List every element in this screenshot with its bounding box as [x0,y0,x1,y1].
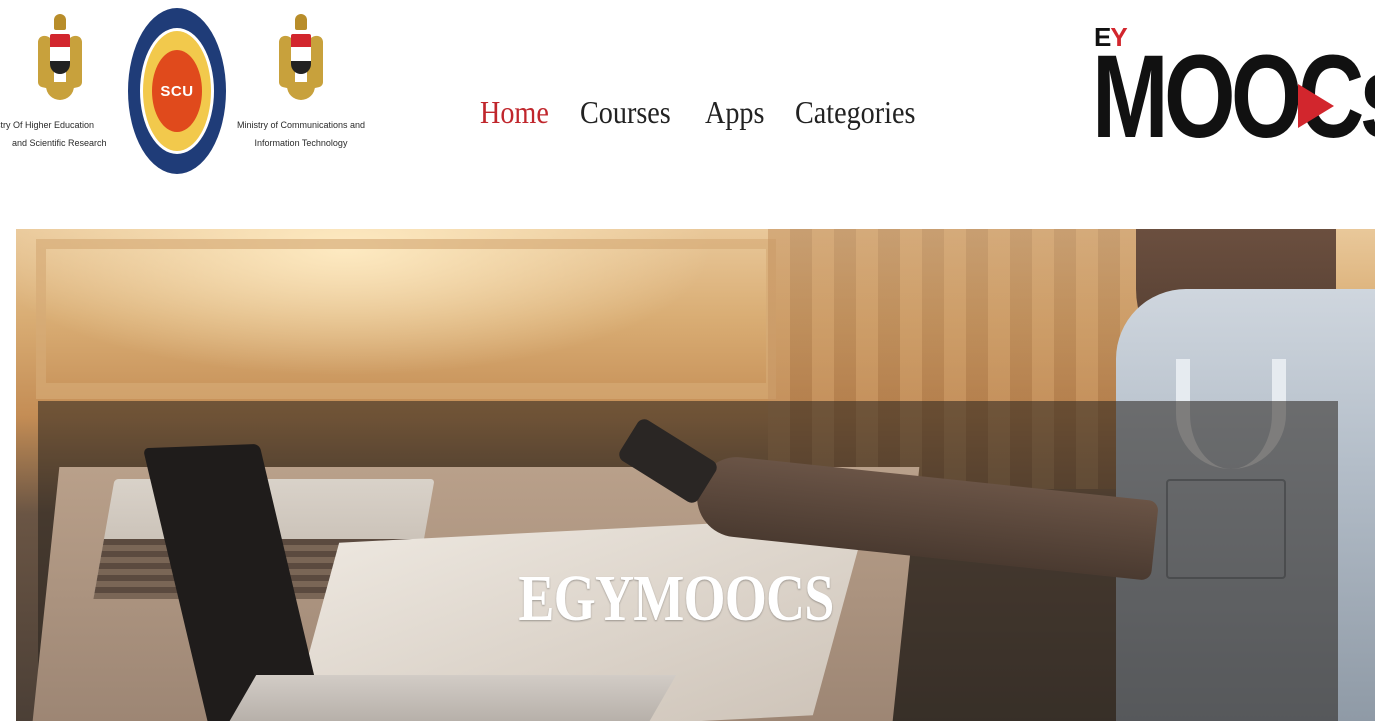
ministry-communications-text: Ministry of Communications and Informati… [234,116,368,152]
egypt-eagle-icon [38,6,82,106]
ministry-communications-logo[interactable]: Ministry of Communications and Informati… [234,0,368,160]
ministry-line-2: Information Technology [254,138,348,148]
ministry-line-2: and Scientific Research [12,138,107,148]
ministry-higher-education-logo[interactable]: istry Of Higher Education and Scientific… [0,0,126,160]
hero-title: EGYMOOCS [518,562,834,635]
nav-courses-link[interactable]: Courses [580,94,671,131]
hero-laptop-keyboard [215,675,677,721]
nav-home-link[interactable]: Home [480,94,549,131]
nav-apps-link[interactable]: Apps [705,94,764,131]
hero-window-image [36,239,776,399]
ministry-line-1: istry Of Higher Education [0,120,95,130]
play-icon [1298,84,1334,128]
main-nav: Home Courses Apps Categories [480,86,918,138]
scu-text: SCU [160,82,194,100]
egymoocs-brand-logo[interactable]: EY MOOCs [1090,20,1375,156]
ministry-higher-education-text: istry Of Higher Education and Scientific… [0,116,124,152]
scu-seal-logo[interactable]: SCU [128,8,226,174]
site-header: istry Of Higher Education and Scientific… [0,0,1375,228]
egypt-eagle-icon [279,6,323,106]
ministry-line-1: Ministry of Communications and [236,120,366,130]
nav-categories-link[interactable]: Categories [795,94,915,131]
hero-banner: EGYMOOCS [16,229,1375,721]
